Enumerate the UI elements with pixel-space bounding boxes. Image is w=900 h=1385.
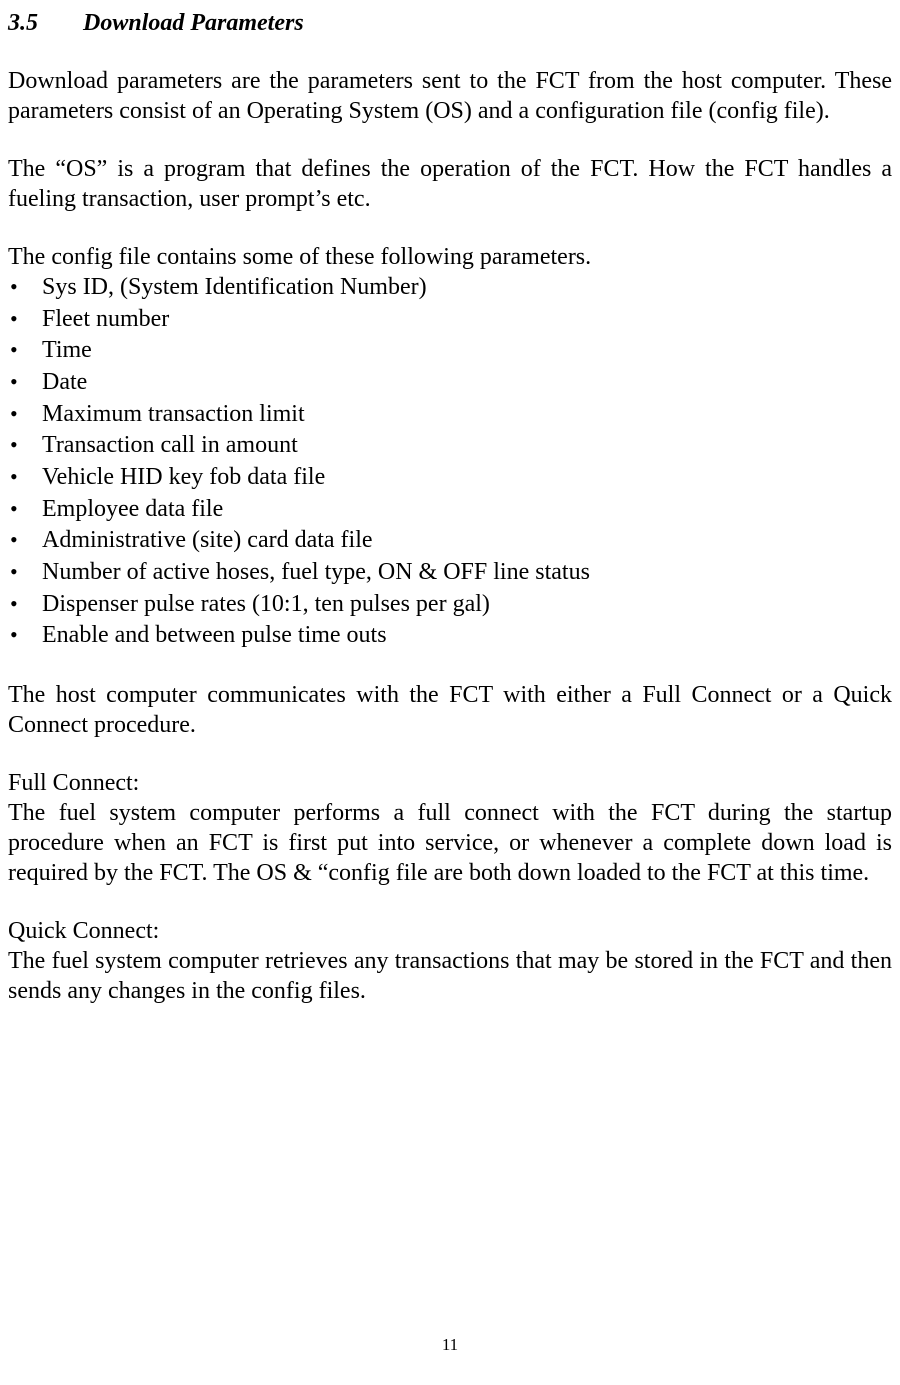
list-item: Administrative (site) card data file: [8, 525, 892, 557]
section-title: Download Parameters: [83, 10, 304, 36]
list-item: Date: [8, 367, 892, 399]
list-item: Enable and between pulse time outs: [8, 620, 892, 652]
config-bullet-list: Sys ID, (System Identification Number) F…: [8, 272, 892, 652]
list-item: Sys ID, (System Identification Number): [8, 272, 892, 304]
list-item: Time: [8, 335, 892, 367]
list-item: Dispenser pulse rates (10:1, ten pulses …: [8, 589, 892, 621]
quick-connect-label: Quick Connect:: [8, 916, 892, 946]
full-connect-label: Full Connect:: [8, 768, 892, 798]
full-connect-text: The fuel system computer performs a full…: [8, 798, 892, 888]
full-connect-block: Full Connect: The fuel system computer p…: [8, 768, 892, 888]
section-heading: 3.5 Download Parameters: [8, 8, 892, 38]
list-item: Transaction call in amount: [8, 430, 892, 462]
quick-connect-text: The fuel system computer retrieves any t…: [8, 946, 892, 1006]
list-item: Number of active hoses, fuel type, ON & …: [8, 557, 892, 589]
list-item: Fleet number: [8, 304, 892, 336]
list-item: Vehicle HID key fob data file: [8, 462, 892, 494]
list-intro: The config file contains some of these f…: [8, 242, 892, 272]
page-number: 11: [0, 1334, 900, 1355]
paragraph-os: The “OS” is a program that defines the o…: [8, 154, 892, 214]
section-number: 3.5: [8, 8, 38, 38]
quick-connect-block: Quick Connect: The fuel system computer …: [8, 916, 892, 1006]
list-item: Maximum transaction limit: [8, 399, 892, 431]
config-list-block: The config file contains some of these f…: [8, 242, 892, 652]
list-item: Employee data file: [8, 494, 892, 526]
paragraph-intro: Download parameters are the parameters s…: [8, 66, 892, 126]
paragraph-communication: The host computer communicates with the …: [8, 680, 892, 740]
